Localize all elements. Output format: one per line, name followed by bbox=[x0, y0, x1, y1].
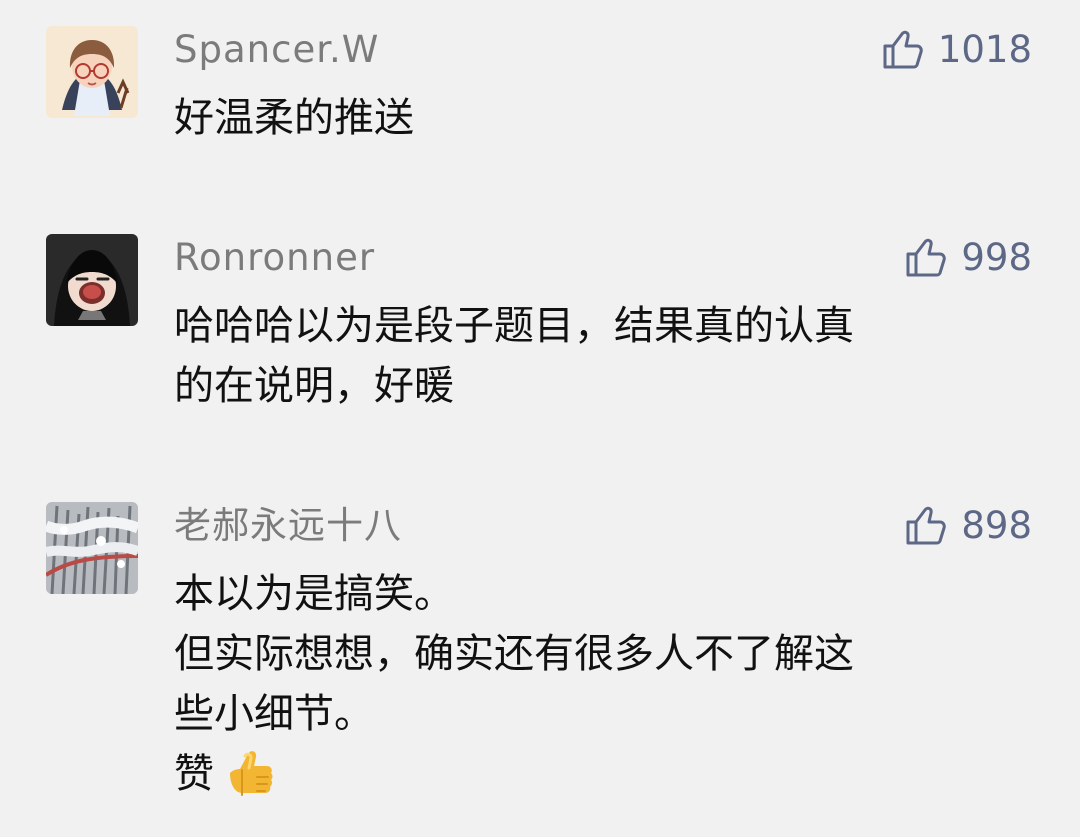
comment-content: 好温柔的推送 bbox=[174, 88, 1014, 148]
like-count: 898 bbox=[961, 504, 1032, 547]
comment-list: Spancer.W 1018 好温柔的推送 Ronronner 998 哈哈哈以… bbox=[0, 0, 1080, 837]
comment-text-line: 的在说明，好暖 bbox=[174, 363, 454, 409]
girl-with-glasses-avatar-icon bbox=[46, 26, 138, 118]
comment-item: Ronronner 998 哈哈哈以为是段子题目，结果真的认真 的在说明，好暖 bbox=[0, 234, 1080, 424]
thumbs-up-emoji-icon bbox=[230, 751, 273, 796]
comment-text-line-with-emoji: 赞 bbox=[174, 744, 1014, 804]
laughing-dark-hair-avatar-icon bbox=[46, 234, 138, 326]
comment-text-line: 但实际想想，确实还有很多人不了解这 bbox=[174, 631, 854, 677]
comment-text-line: 本以为是搞笑。 bbox=[174, 571, 454, 617]
nickname: Ronronner bbox=[174, 236, 376, 279]
snowy-forest-avatar-icon bbox=[46, 502, 138, 594]
like-button[interactable]: 1018 bbox=[882, 26, 1032, 74]
comment-text-line: 哈哈哈以为是段子题目，结果真的认真 bbox=[174, 303, 854, 349]
comment-content: 本以为是搞笑。 但实际想想，确实还有很多人不了解这 些小细节。 赞 bbox=[174, 564, 1014, 804]
like-count: 1018 bbox=[937, 28, 1032, 71]
thumbs-up-icon bbox=[906, 238, 947, 277]
comment-text-line: 些小细节。 bbox=[174, 691, 374, 737]
comment-text-fragment: 赞 bbox=[174, 751, 214, 797]
comment-text-line: 好温柔的推送 bbox=[174, 95, 414, 141]
avatar[interactable] bbox=[46, 234, 138, 326]
comment-item: 老郝永远十八 898 本以为是搞笑。 但实际想想，确实还有很多人不了解这 些小细… bbox=[0, 502, 1080, 820]
avatar[interactable] bbox=[46, 502, 138, 594]
like-count: 998 bbox=[961, 236, 1032, 279]
thumbs-up-icon bbox=[906, 506, 947, 545]
thumbs-up-icon bbox=[883, 30, 923, 69]
comment-content: 哈哈哈以为是段子题目，结果真的认真 的在说明，好暖 bbox=[174, 296, 1014, 416]
nickname: 老郝永远十八 bbox=[174, 504, 402, 547]
comment-item: Spancer.W 1018 好温柔的推送 bbox=[0, 26, 1080, 176]
like-button[interactable]: 898 bbox=[905, 502, 1032, 550]
like-button[interactable]: 998 bbox=[905, 234, 1032, 282]
nickname: Spancer.W bbox=[174, 28, 380, 71]
avatar[interactable] bbox=[46, 26, 138, 118]
